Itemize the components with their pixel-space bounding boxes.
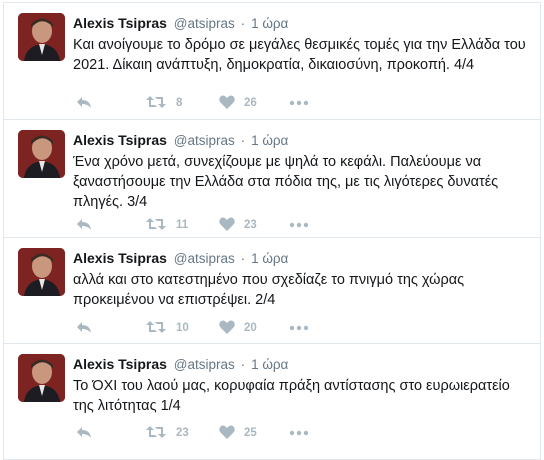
separator: · [240, 133, 246, 148]
author-name[interactable]: Alexis Tsipras [73, 132, 167, 148]
like-button[interactable]: 26 [219, 95, 279, 111]
tweet-text: αλλά και στο κατεστημένο που σχεδίαζε το… [73, 272, 465, 308]
retweet-icon [146, 218, 166, 230]
separator: · [240, 357, 246, 372]
reply-button[interactable] [76, 320, 94, 336]
tweet-actions: 11 23 [76, 217, 336, 233]
tweet-header: Alexis Tsipras @atsipras · 1 ώρα [73, 356, 288, 373]
retweet-count: 11 [176, 219, 189, 231]
retweet-button[interactable]: 11 [146, 217, 206, 233]
tweet-text: Το ΌΧΙ του λαού μας, κορυφαία πράξη αντί… [73, 378, 510, 414]
heart-icon [219, 320, 235, 334]
retweet-icon [146, 96, 166, 108]
heart-icon [219, 425, 235, 439]
tweet-text: Και ανοίγουμε το δρόμο σε μεγάλες θεσμικ… [73, 37, 526, 73]
more-button[interactable] [289, 95, 313, 111]
retweet-count: 8 [176, 97, 183, 109]
author-handle[interactable]: @atsipras [174, 16, 235, 31]
avatar[interactable] [18, 354, 65, 402]
reply-icon [77, 427, 91, 438]
more-icon [289, 430, 309, 436]
retweet-icon [146, 426, 166, 438]
like-button[interactable]: 25 [219, 425, 279, 441]
author-name[interactable]: Alexis Tsipras [73, 356, 167, 372]
tweet[interactable]: Alexis Tsipras @atsipras · 1 ώρα Ένα χρό… [4, 120, 540, 238]
reply-button[interactable] [76, 217, 94, 233]
author-name[interactable]: Alexis Tsipras [73, 250, 167, 266]
tweet-actions: 10 20 [76, 320, 336, 336]
more-button[interactable] [289, 320, 313, 336]
tweet[interactable]: Alexis Tsipras @atsipras · 1 ώρα Το ΌΧΙ … [4, 344, 540, 460]
retweet-count: 10 [176, 322, 189, 334]
tweet-actions: 23 25 [76, 425, 336, 441]
tweet[interactable]: Alexis Tsipras @atsipras · 1 ώρα Και ανο… [4, 3, 540, 120]
timestamp[interactable]: 1 ώρα [251, 16, 288, 31]
retweet-button[interactable]: 8 [146, 95, 206, 111]
retweet-icon [146, 321, 166, 333]
tweet-header: Alexis Tsipras @atsipras · 1 ώρα [73, 250, 288, 267]
tweet-actions: 8 26 [76, 95, 336, 111]
retweet-button[interactable]: 10 [146, 320, 206, 336]
like-count: 20 [244, 322, 257, 334]
like-button[interactable]: 23 [219, 217, 279, 233]
more-button[interactable] [289, 217, 313, 233]
tweet-timeline: Alexis Tsipras @atsipras · 1 ώρα Και ανο… [3, 2, 541, 460]
tweet-text: Ένα χρόνο μετά, συνεχίζουμε με ψηλά το κ… [73, 154, 499, 210]
more-icon [289, 325, 309, 331]
reply-button[interactable] [76, 95, 94, 111]
timestamp[interactable]: 1 ώρα [251, 133, 288, 148]
more-icon [289, 100, 309, 106]
separator: · [240, 251, 246, 266]
reply-icon [77, 97, 91, 108]
timestamp[interactable]: 1 ώρα [251, 251, 288, 266]
reply-icon [77, 219, 91, 230]
separator: · [240, 16, 246, 31]
reply-icon [77, 322, 91, 333]
author-handle[interactable]: @atsipras [174, 133, 235, 148]
author-name[interactable]: Alexis Tsipras [73, 15, 167, 31]
avatar[interactable] [18, 13, 65, 61]
like-count: 25 [244, 427, 257, 439]
like-count: 23 [244, 219, 257, 231]
avatar[interactable] [18, 248, 65, 296]
tweet-header: Alexis Tsipras @atsipras · 1 ώρα [73, 132, 288, 149]
heart-icon [219, 217, 235, 231]
more-button[interactable] [289, 425, 313, 441]
heart-icon [219, 95, 235, 109]
timestamp[interactable]: 1 ώρα [251, 357, 288, 372]
more-icon [289, 222, 309, 228]
retweet-button[interactable]: 23 [146, 425, 206, 441]
tweet-header: Alexis Tsipras @atsipras · 1 ώρα [73, 15, 288, 32]
reply-button[interactable] [76, 425, 94, 441]
like-button[interactable]: 20 [219, 320, 279, 336]
like-count: 26 [244, 97, 257, 109]
tweet[interactable]: Alexis Tsipras @atsipras · 1 ώρα αλλά κα… [4, 238, 540, 344]
retweet-count: 23 [176, 427, 189, 439]
avatar[interactable] [18, 130, 65, 178]
author-handle[interactable]: @atsipras [174, 357, 235, 372]
author-handle[interactable]: @atsipras [174, 251, 235, 266]
